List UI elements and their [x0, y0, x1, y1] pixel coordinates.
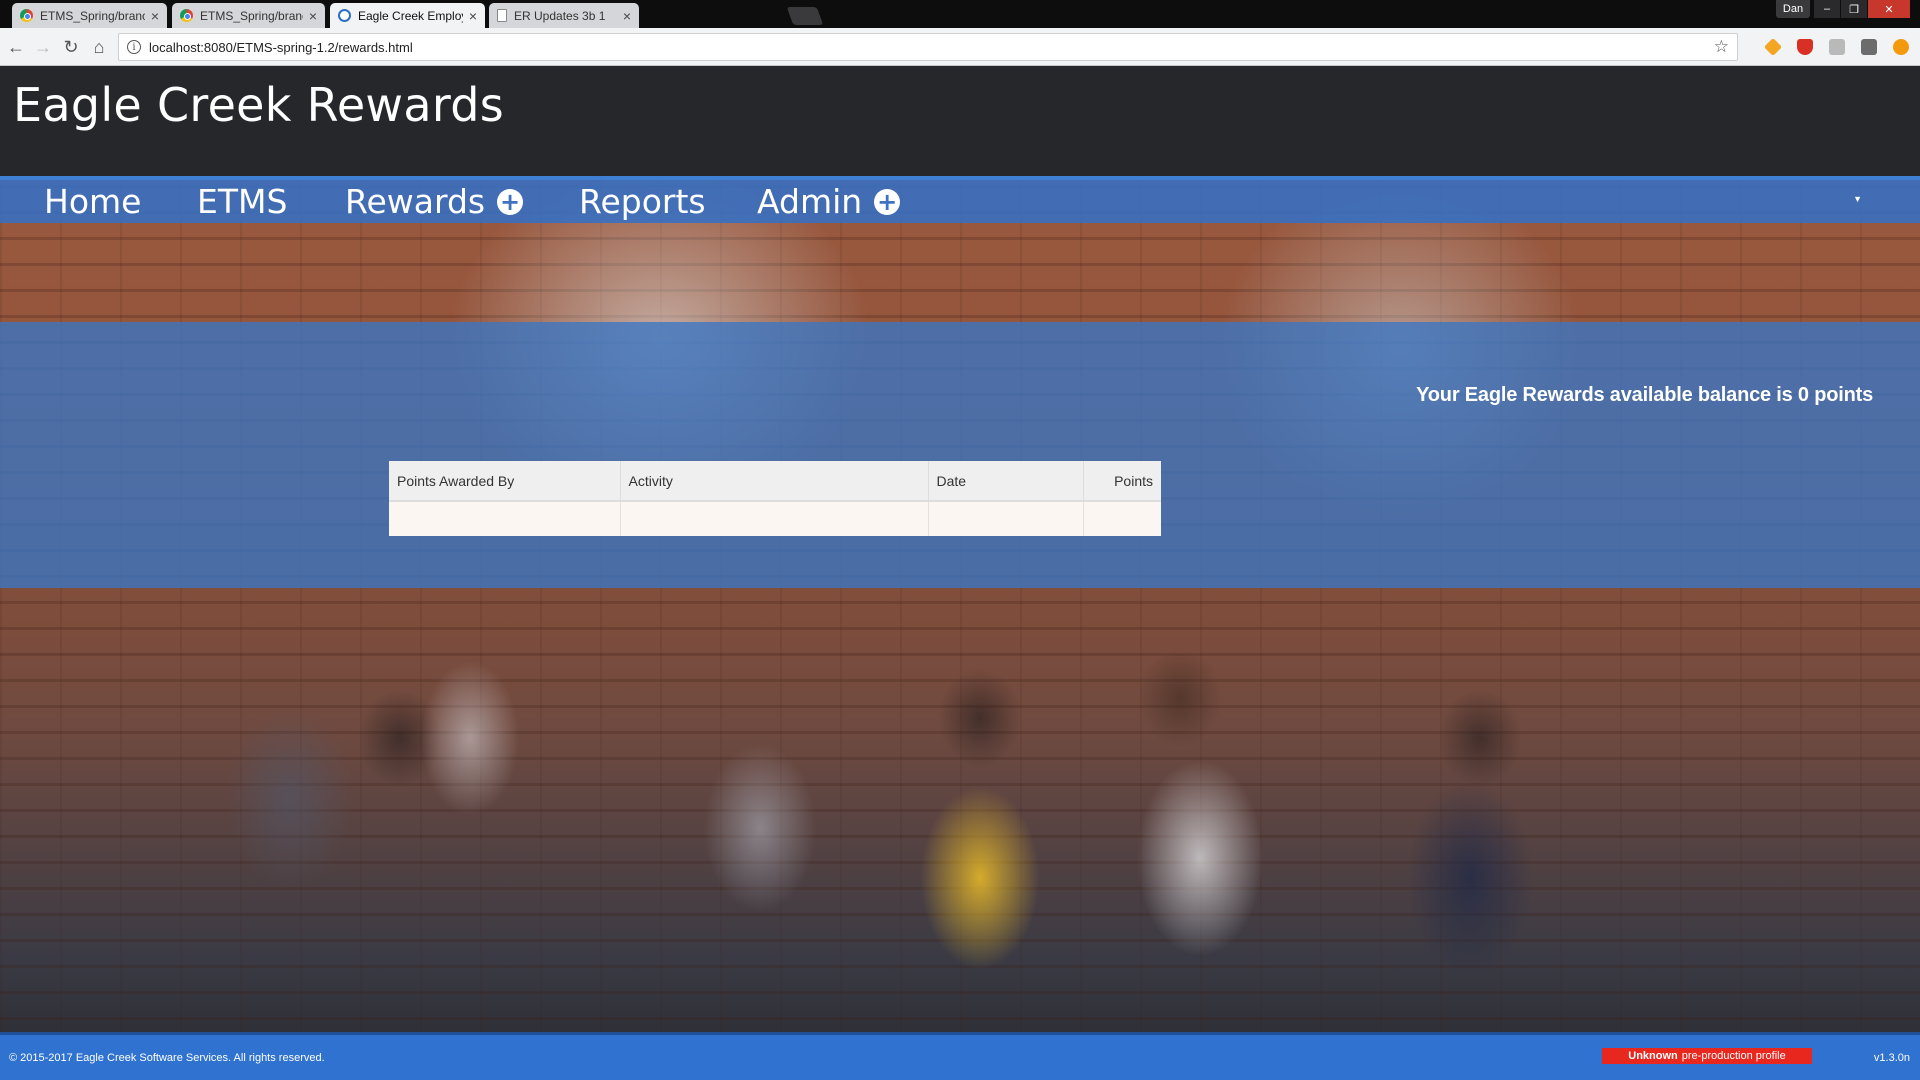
nav-label: Home: [44, 182, 142, 221]
column-header-awarded-by[interactable]: Points Awarded By: [389, 461, 621, 502]
nav-admin[interactable]: Admin +: [757, 182, 901, 221]
nav-label: Admin: [757, 182, 863, 221]
table-cell: [1083, 501, 1161, 536]
shield-extension-icon[interactable]: [1797, 39, 1813, 55]
nav-label: Rewards: [345, 182, 486, 221]
home-icon[interactable]: ⌂: [88, 36, 110, 58]
site-header: Eagle Creek Rewards: [0, 66, 1920, 176]
extension-icon[interactable]: [1763, 37, 1783, 57]
browser-tab-active[interactable]: Eagle Creek Employees ×: [330, 3, 485, 28]
version-text: v1.3.0n: [1873, 1052, 1910, 1064]
window-close-icon[interactable]: ✕: [1868, 0, 1910, 18]
site-title: Eagle Creek Rewards: [13, 78, 505, 132]
nav-rewards[interactable]: Rewards +: [345, 182, 524, 221]
bookmark-star-icon[interactable]: ☆: [1714, 37, 1729, 57]
new-tab-button[interactable]: [786, 7, 824, 25]
profile-name: Dan: [1782, 3, 1804, 15]
table-header-row: Points Awarded By Activity Date Points: [389, 461, 1161, 502]
address-bar[interactable]: i localhost:8080/ETMS-spring-1.2/rewards…: [118, 33, 1738, 61]
background-photo: [0, 178, 1920, 1080]
extension-icon[interactable]: [1829, 39, 1845, 55]
tab-title: Eagle Creek Employees: [358, 8, 463, 23]
page: Eagle Creek Rewards Home ETMS Rewards + …: [0, 66, 1920, 1080]
caret-down-icon[interactable]: ▼: [1853, 194, 1862, 204]
url-text[interactable]: localhost:8080/ETMS-spring-1.2/rewards.h…: [149, 40, 1714, 55]
close-icon[interactable]: ×: [469, 8, 477, 24]
balance-band: [0, 322, 1920, 588]
tab-title: ETMS_Spring/branches/: [200, 8, 303, 23]
tab-title: ETMS_Spring/branches/: [40, 8, 145, 23]
tab-title: ER Updates 3b 1: [514, 8, 606, 23]
profile-badge-bold: Unknown: [1628, 1050, 1678, 1062]
profile-badge: Unknown pre-production profile: [1602, 1048, 1812, 1064]
chrome-icon: [180, 9, 193, 22]
plus-circle-icon[interactable]: +: [874, 188, 901, 215]
site-footer: © 2015-2017 Eagle Creek Software Service…: [0, 1032, 1920, 1080]
profile-badge-text: pre-production profile: [1681, 1050, 1786, 1062]
close-icon[interactable]: ×: [151, 8, 159, 24]
main-nav: Home ETMS Rewards + Reports Admin + ▼: [0, 176, 1920, 223]
info-icon[interactable]: i: [127, 40, 141, 54]
restore-icon[interactable]: ❐: [1841, 0, 1867, 18]
copyright-text: © 2015-2017 Eagle Creek Software Service…: [9, 1052, 325, 1064]
table-cell: [620, 501, 929, 536]
back-arrow-icon[interactable]: ←: [5, 36, 27, 58]
nav-label: ETMS: [197, 182, 288, 221]
table-row-empty: [389, 501, 1161, 536]
chrome-icon: [20, 9, 33, 22]
column-header-activity[interactable]: Activity: [620, 461, 929, 502]
balance-text: Your Eagle Rewards available balance is …: [1416, 384, 1873, 406]
column-header-date[interactable]: Date: [928, 461, 1084, 502]
document-icon: [497, 9, 507, 22]
close-icon[interactable]: ×: [623, 8, 631, 24]
column-header-points[interactable]: Points: [1083, 461, 1161, 502]
browser-tab[interactable]: ETMS_Spring/branches/ ×: [172, 3, 325, 28]
nav-home[interactable]: Home: [44, 182, 141, 221]
browser-toolbar: ← → ↻ ⌂ i localhost:8080/ETMS-spring-1.2…: [0, 28, 1920, 66]
nav-etms[interactable]: ETMS: [197, 182, 287, 221]
extension-icon[interactable]: [1893, 39, 1909, 55]
table-cell: [928, 501, 1084, 536]
close-icon[interactable]: ×: [309, 8, 317, 24]
forward-arrow-icon[interactable]: →: [32, 36, 54, 58]
profile-button[interactable]: Dan: [1776, 0, 1810, 18]
eagle-creek-icon: [338, 9, 351, 22]
extension-icon[interactable]: [1861, 39, 1877, 55]
browser-tabstrip: ETMS_Spring/branches/ × ETMS_Spring/bran…: [0, 0, 1920, 28]
browser-tab[interactable]: ER Updates 3b 1 ×: [489, 3, 639, 28]
reload-icon[interactable]: ↻: [60, 36, 82, 58]
plus-circle-icon[interactable]: +: [497, 188, 524, 215]
nav-label: Reports: [579, 182, 706, 221]
minimize-icon[interactable]: –: [1814, 0, 1840, 18]
browser-tab[interactable]: ETMS_Spring/branches/ ×: [12, 3, 167, 28]
nav-reports[interactable]: Reports: [579, 182, 706, 221]
table-cell: [389, 501, 621, 536]
rewards-table: Points Awarded By Activity Date Points: [389, 461, 1161, 536]
